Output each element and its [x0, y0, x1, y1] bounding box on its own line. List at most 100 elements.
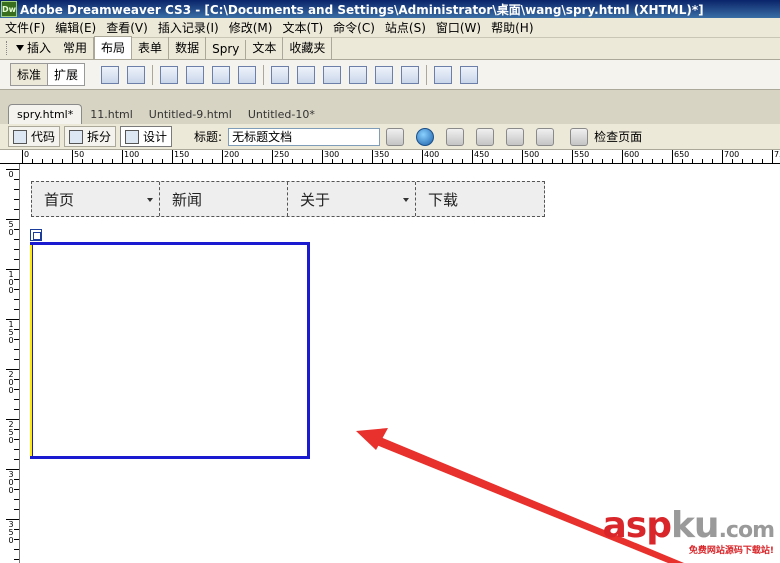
insert-bar-toggle[interactable]: 插入 [12, 39, 57, 59]
div-tag-icon[interactable] [271, 65, 290, 84]
refresh-design-view-icon[interactable] [446, 127, 465, 146]
table-icon[interactable] [101, 65, 120, 84]
ruler-tick [612, 159, 613, 163]
ruler-label: 300 [8, 470, 14, 495]
menu-item[interactable]: 帮助(H) [486, 19, 538, 36]
ruler-tick [14, 509, 19, 510]
layout-toolbar: 标准 扩展 [0, 60, 780, 90]
ruler-label: 50 [74, 150, 85, 159]
standard-mode-button[interactable]: 标准 [11, 64, 49, 85]
dreamweaver-logo-icon: Dw [1, 1, 17, 17]
ruler-label: 250 [274, 150, 290, 159]
ruler-label: 0 [8, 170, 14, 179]
ruler-tick [322, 150, 323, 163]
design-view-button[interactable]: 设计 [120, 126, 173, 147]
file-management-icon[interactable] [386, 127, 405, 146]
insert-bar-grip[interactable] [6, 41, 9, 55]
validate-markup-icon[interactable] [536, 127, 555, 146]
ruler-tick [452, 159, 453, 163]
spry-accordion-icon[interactable] [212, 65, 231, 84]
watermark-brand: aspku.com [602, 505, 775, 546]
ruler-tick [672, 150, 673, 163]
menu-item[interactable]: 文本(T) [277, 19, 328, 36]
code-view-label: 代码 [31, 130, 56, 144]
spry-menu-bar-icon[interactable] [160, 65, 179, 84]
menu-item[interactable]: 插入记录(I) [153, 19, 224, 36]
ruler-label: 300 [324, 150, 340, 159]
menu-item[interactable]: 文件(F) [0, 19, 50, 36]
ruler-label: 350 [374, 150, 390, 159]
check-page-button[interactable]: 检查页面 [564, 127, 643, 146]
table-view-icon[interactable] [434, 65, 453, 84]
expanded-table-icon[interactable] [460, 65, 479, 84]
ruler-tick [442, 159, 443, 163]
insert-bar-title: 插入 [27, 41, 52, 55]
spry-tabbed-panels-icon[interactable] [186, 65, 205, 84]
insert-tab[interactable]: 文本 [246, 37, 284, 59]
draw-div-icon[interactable] [323, 65, 342, 84]
insert-tab[interactable]: 收藏夹 [283, 37, 333, 59]
spry-menu-item[interactable]: 关于 [288, 182, 416, 216]
spry-menu-item[interactable]: 新闻 [160, 182, 288, 216]
ruler-tick [482, 159, 483, 163]
ruler-tick [682, 159, 683, 163]
ruler-tick [712, 159, 713, 163]
div-anchor-icon[interactable] [30, 229, 42, 241]
document-tab[interactable]: Untitled-10* [240, 105, 323, 124]
document-tabs: spry.html* 11.html Untitled-9.html Untitled… [0, 90, 780, 124]
ruler-tick [762, 159, 763, 163]
spry-menu-item[interactable]: 首页 [32, 182, 160, 216]
spry-menu-item[interactable]: 下载 [416, 182, 544, 216]
ruler-tick [14, 349, 19, 350]
frames-dropdown-icon[interactable] [401, 65, 420, 84]
preview-in-browser-icon[interactable] [416, 127, 435, 146]
layout-table-icon[interactable] [297, 65, 316, 84]
insert-tab[interactable]: Spry [206, 40, 247, 59]
menu-item[interactable]: 查看(V) [101, 19, 153, 36]
watermark-domain: .com [718, 518, 775, 543]
insert-tab[interactable]: 布局 [94, 36, 133, 59]
ruler-tick [14, 359, 19, 360]
ruler-tick [662, 159, 663, 163]
document-tab[interactable]: spry.html* [8, 104, 83, 124]
spry-menu-bar[interactable]: 首页 新闻 关于 下载 [31, 181, 545, 217]
iframe-icon[interactable] [349, 65, 368, 84]
menu-item[interactable]: 窗口(W) [431, 19, 486, 36]
ruler-tick [262, 159, 263, 163]
document-tab[interactable]: Untitled-9.html [141, 105, 240, 124]
view-options-icon[interactable] [476, 127, 495, 146]
split-view-icon [69, 129, 84, 144]
ruler-tick [42, 159, 43, 163]
document-tab[interactable]: 11.html [82, 105, 141, 124]
split-view-button[interactable]: 拆分 [64, 126, 117, 147]
design-canvas[interactable]: 首页 新闻 关于 下载 [21, 165, 780, 563]
insert-tab[interactable]: 常用 [57, 37, 95, 59]
spry-menu-item-label: 下载 [428, 190, 459, 209]
page-title-input[interactable] [228, 127, 381, 146]
ruler-tick [102, 159, 103, 163]
menu-item[interactable]: 修改(M) [224, 19, 278, 36]
expanded-mode-button[interactable]: 扩展 [48, 64, 84, 85]
check-page-label: 检查页面 [594, 130, 643, 144]
menu-item[interactable]: 站点(S) [380, 19, 431, 36]
visual-aids-icon[interactable] [506, 127, 525, 146]
layer-icon[interactable] [127, 65, 146, 84]
frames-icon[interactable] [375, 65, 394, 84]
insert-tab[interactable]: 表单 [132, 37, 170, 59]
ruler-tick [772, 150, 773, 163]
ruler-tick [192, 159, 193, 163]
submenu-arrow-icon [403, 198, 409, 202]
menu-item[interactable]: 命令(C) [328, 19, 380, 36]
spry-collapsible-icon[interactable] [238, 65, 257, 84]
ruler-tick [142, 159, 143, 163]
menu-item[interactable]: 编辑(E) [50, 19, 101, 36]
selected-div-box[interactable] [30, 242, 310, 459]
ruler-tick [22, 150, 23, 163]
ruler-tick [472, 150, 473, 163]
menu-bar: 文件(F) 编辑(E) 查看(V) 插入记录(I) 修改(M) 文本(T) 命令(C) 站点(… [0, 18, 780, 38]
ruler-tick [392, 159, 393, 163]
code-view-button[interactable]: 代码 [8, 126, 61, 147]
ruler-tick [14, 199, 19, 200]
ruler-label: 550 [574, 150, 590, 159]
insert-tab[interactable]: 数据 [169, 37, 207, 59]
